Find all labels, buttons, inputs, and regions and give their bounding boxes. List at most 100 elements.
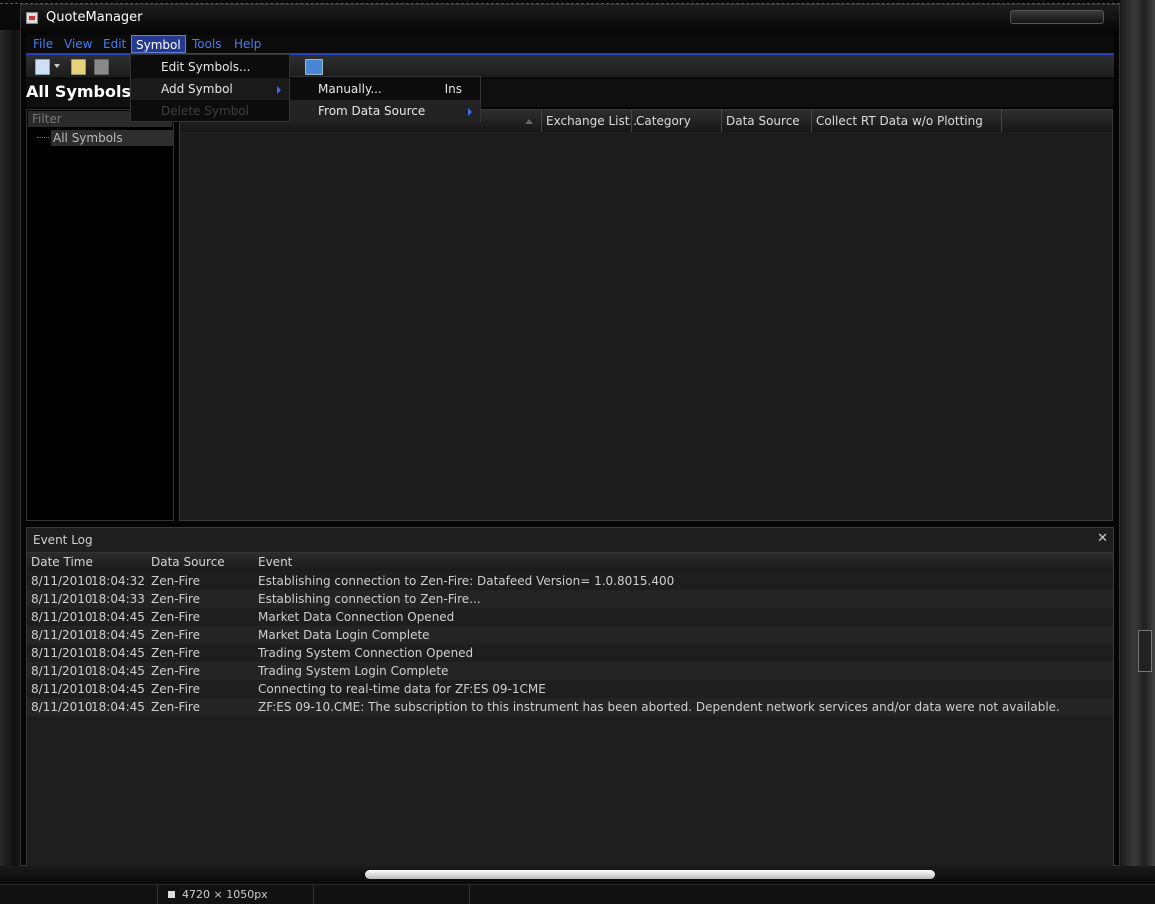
window-title: QuoteManager <box>46 10 143 25</box>
log-row[interactable]: 8/11/2010 18:04:45 Zen-Fire Connecting t… <box>27 680 1113 698</box>
log-date: 8/11/2010 <box>31 628 93 642</box>
menu-item-from-data-source[interactable]: From Data Source <box>290 100 480 122</box>
menu-item-add-symbol[interactable]: Add Symbol <box>131 78 289 100</box>
status-separator <box>313 885 314 904</box>
log-row[interactable]: 8/11/2010 18:04:33 Zen-Fire Establishing… <box>27 590 1113 608</box>
menu-item-label: From Data Source <box>318 104 426 118</box>
edit-icon[interactable] <box>71 59 86 75</box>
log-source: Zen-Fire <box>151 682 200 696</box>
menu-item-edit-symbols[interactable]: Edit Symbols... <box>131 56 289 78</box>
log-date: 8/11/2010 <box>31 682 93 696</box>
menu-edit[interactable]: Edit <box>103 37 126 51</box>
horizontal-scrollbar[interactable] <box>0 866 1155 884</box>
column-date-time[interactable]: Date Time <box>31 555 93 569</box>
log-row[interactable]: 8/11/2010 18:04:45 Zen-Fire Market Data … <box>27 608 1113 626</box>
log-date: 8/11/2010 <box>31 646 93 660</box>
app-icon <box>26 12 38 24</box>
column-category[interactable]: Category <box>636 114 691 128</box>
add-symbol-submenu: Manually... Ins From Data Source <box>289 76 481 122</box>
event-log-panel: Event Log ✕ Date Time Data Source Event … <box>26 527 1114 867</box>
tree-connector <box>37 137 49 138</box>
log-event: Market Data Login Complete <box>258 628 430 642</box>
dropdown-arrow-icon[interactable] <box>54 64 60 68</box>
column-separator[interactable] <box>631 110 632 132</box>
submenu-arrow-icon <box>277 86 281 94</box>
book-icon[interactable] <box>305 59 323 75</box>
menu-file[interactable]: File <box>33 37 53 51</box>
log-time: 18:04:45 <box>91 664 145 678</box>
column-separator[interactable] <box>1001 110 1002 132</box>
log-source: Zen-Fire <box>151 592 200 606</box>
log-row[interactable]: 8/11/2010 18:04:45 Zen-Fire ZF:ES 09-10.… <box>27 698 1113 716</box>
event-log-title: Event Log <box>33 533 93 547</box>
log-time: 18:04:32 <box>91 574 145 588</box>
log-date: 8/11/2010 <box>31 574 93 588</box>
column-collect-rt[interactable]: Collect RT Data w/o Plotting <box>816 114 983 128</box>
menu-help[interactable]: Help <box>234 37 261 51</box>
log-source: Zen-Fire <box>151 628 200 642</box>
menu-item-label: Add Symbol <box>161 82 233 96</box>
column-data-source[interactable]: Data Source <box>726 114 800 128</box>
menu-item-manually[interactable]: Manually... Ins <box>290 78 480 100</box>
log-time: 18:04:45 <box>91 682 145 696</box>
title-bar[interactable]: QuoteManager <box>21 5 1119 31</box>
log-time: 18:04:45 <box>91 628 145 642</box>
log-event: Connecting to real-time data for ZF:ES 0… <box>258 682 546 696</box>
log-row[interactable]: 8/11/2010 18:04:32 Zen-Fire Establishing… <box>27 572 1113 590</box>
window-controls[interactable] <box>1010 10 1104 24</box>
column-event[interactable]: Event <box>258 555 292 569</box>
log-event: Establishing connection to Zen-Fire: Dat… <box>258 574 675 588</box>
status-separator <box>469 885 470 904</box>
column-separator[interactable] <box>541 110 542 132</box>
log-source: Zen-Fire <box>151 610 200 624</box>
log-time: 18:04:45 <box>91 610 145 624</box>
log-time: 18:04:45 <box>91 646 145 660</box>
log-time: 18:04:45 <box>91 700 145 714</box>
lamp-icon <box>1138 630 1152 672</box>
event-log-header: Date Time Data Source Event <box>27 552 1113 571</box>
log-source: Zen-Fire <box>151 646 200 660</box>
menu-symbol[interactable]: Symbol <box>131 35 186 53</box>
log-date: 8/11/2010 <box>31 610 93 624</box>
log-event: Establishing connection to Zen-Fire... <box>258 592 481 606</box>
desktop-background-right <box>1120 0 1155 903</box>
log-row[interactable]: 8/11/2010 18:04:45 Zen-Fire Trading Syst… <box>27 644 1113 662</box>
log-date: 8/11/2010 <box>31 664 93 678</box>
sort-arrow-icon[interactable] <box>525 119 533 124</box>
menu-tools[interactable]: Tools <box>192 37 222 51</box>
new-icon[interactable] <box>35 59 50 75</box>
shortcut-label: Ins <box>444 82 462 96</box>
symbol-menu: Edit Symbols... Add Symbol Delete Symbol <box>130 54 290 122</box>
scrollbar-thumb[interactable] <box>365 870 935 879</box>
log-event: ZF:ES 09-10.CME: The subscription to thi… <box>258 700 1060 714</box>
status-separator <box>157 885 158 904</box>
menu-item-label: Manually... <box>318 82 382 96</box>
log-row[interactable]: 8/11/2010 18:04:45 Zen-Fire Market Data … <box>27 626 1113 644</box>
app-window: QuoteManager File View Edit Symbol Tools… <box>20 4 1120 867</box>
column-exchange-list[interactable]: Exchange List... <box>546 114 641 128</box>
submenu-arrow-icon <box>468 108 472 116</box>
dimensions-icon <box>168 891 175 898</box>
log-row[interactable]: 8/11/2010 18:04:45 Zen-Fire Trading Syst… <box>27 662 1113 680</box>
log-source: Zen-Fire <box>151 700 200 714</box>
symbol-tree-pane: Filter All Symbols <box>26 109 174 521</box>
tree-item-all-symbols[interactable]: All Symbols <box>51 130 173 146</box>
log-event: Trading System Connection Opened <box>258 646 474 660</box>
copy-icon[interactable] <box>94 59 109 75</box>
log-date: 8/11/2010 <box>31 592 93 606</box>
log-source: Zen-Fire <box>151 664 200 678</box>
log-source: Zen-Fire <box>151 574 200 588</box>
log-event: Trading System Login Complete <box>258 664 449 678</box>
menu-bar: File View Edit Symbol Tools Help <box>26 35 1114 55</box>
menu-view[interactable]: View <box>64 37 92 51</box>
log-date: 8/11/2010 <box>31 700 93 714</box>
menu-item-delete-symbol: Delete Symbol <box>161 104 249 118</box>
close-icon[interactable]: ✕ <box>1097 531 1108 546</box>
column-data-source[interactable]: Data Source <box>151 555 225 569</box>
status-dimensions: 4720 × 1050px <box>182 888 268 901</box>
column-separator[interactable] <box>721 110 722 132</box>
status-bar: 4720 × 1050px <box>0 884 1155 904</box>
log-event: Market Data Connection Opened <box>258 610 455 624</box>
symbol-grid: Exchange List... Category Data Source Co… <box>179 109 1113 521</box>
column-separator[interactable] <box>811 110 812 132</box>
